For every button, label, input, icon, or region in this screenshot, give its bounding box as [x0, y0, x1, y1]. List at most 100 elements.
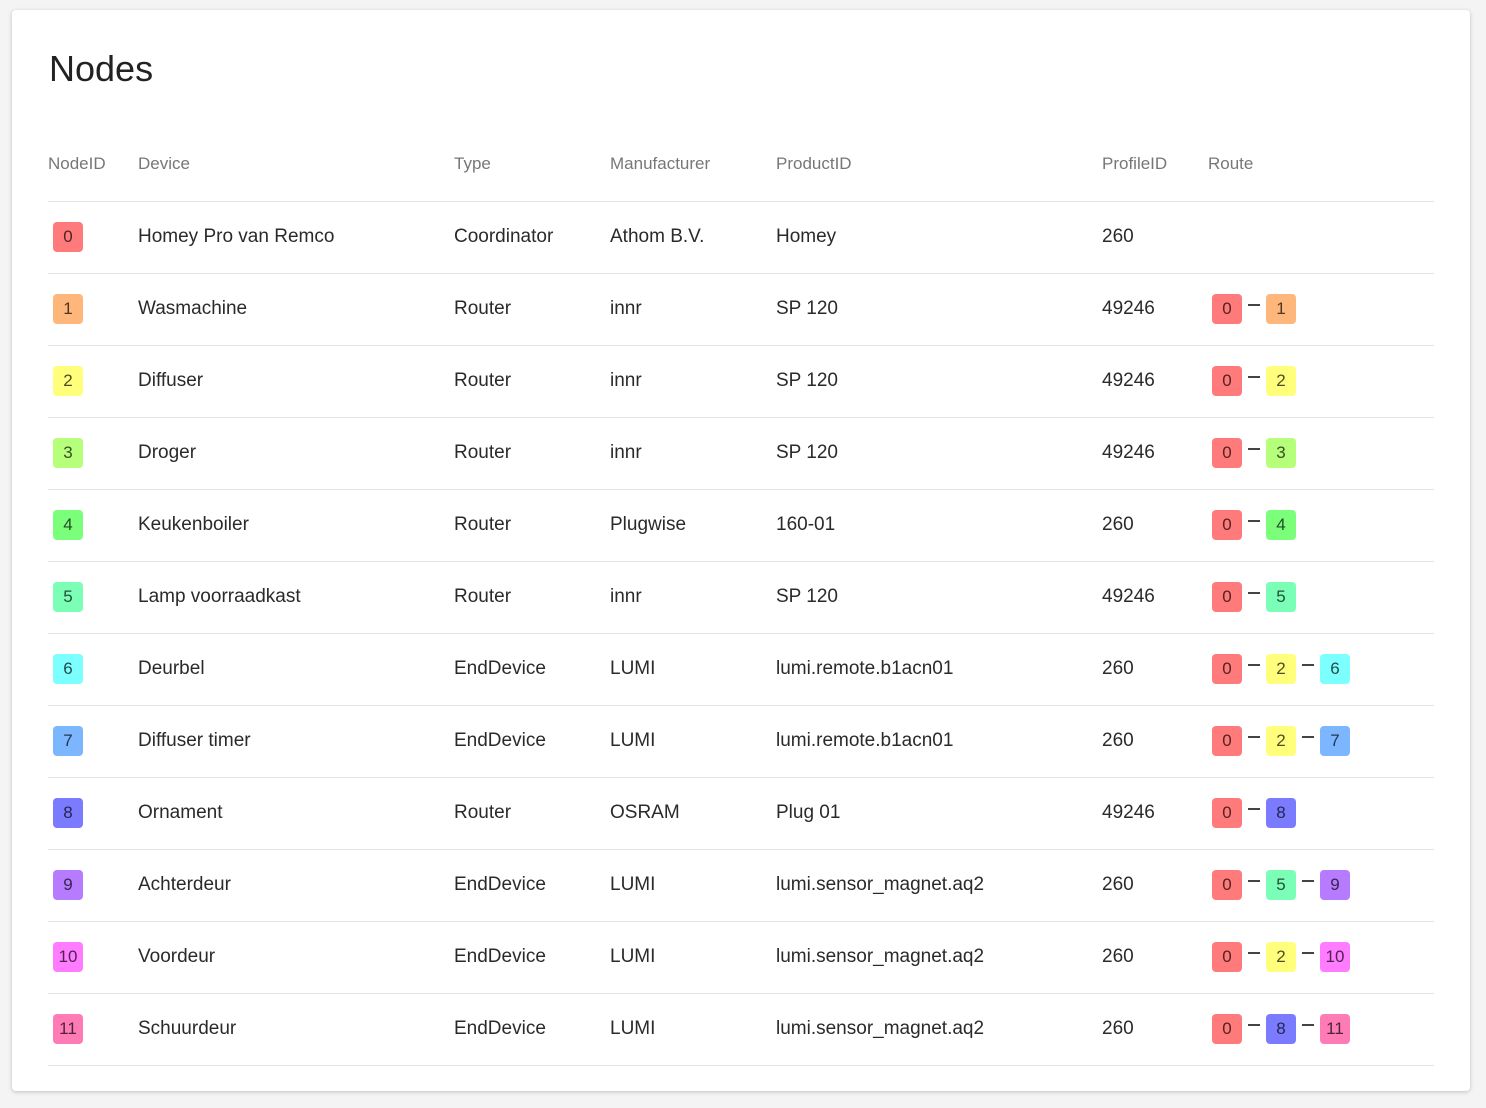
cell-route: 08 — [1208, 777, 1434, 850]
route-dash — [1248, 736, 1260, 738]
node-id-badge: 10 — [53, 942, 83, 972]
route-node-badge: 4 — [1266, 510, 1296, 540]
cell-type: EndDevice — [454, 705, 610, 778]
node-id-badge: 1 — [53, 294, 83, 324]
cell-profileid: 260 — [1102, 921, 1208, 994]
route-dash — [1248, 448, 1260, 450]
cell-nodeid: 4 — [48, 489, 138, 562]
header-type[interactable]: Type — [454, 128, 610, 202]
cell-manufacturer: OSRAM — [610, 777, 776, 850]
route-node-badge: 10 — [1320, 942, 1350, 972]
cell-nodeid: 1 — [48, 273, 138, 346]
header-profileid[interactable]: ProfileID — [1102, 128, 1208, 202]
node-id-badge: 3 — [53, 438, 83, 468]
cell-profileid: 49246 — [1102, 273, 1208, 346]
table-row[interactable]: 3 Droger Router innr SP 120 49246 0 3 — [48, 417, 1434, 490]
cell-productid: lumi.sensor_magnet.aq2 — [776, 921, 1102, 994]
route-dash — [1248, 592, 1260, 594]
route-dash — [1302, 1024, 1314, 1026]
nodes-table: NodeID Device Type Manufacturer ProductI… — [48, 128, 1434, 1066]
route-node-badge: 0 — [1212, 438, 1242, 468]
route-path: 0 8 11 — [1212, 1014, 1434, 1044]
route-path: 03 — [1212, 438, 1434, 468]
cell-device: Achterdeur — [138, 849, 454, 922]
route-node-badge: 0 — [1212, 1014, 1242, 1044]
route-node-badge: 8 — [1266, 1014, 1296, 1044]
table-row[interactable]: 4 Keukenboiler Router Plugwise 160-01 260 0 4 — [48, 489, 1434, 562]
route-dash — [1302, 736, 1314, 738]
node-id-badge: 2 — [53, 366, 83, 396]
cell-manufacturer: LUMI — [610, 705, 776, 778]
route-node-badge: 2 — [1266, 942, 1296, 972]
table-row[interactable]: 11 Schuurdeur EndDevice LUMI lumi.sensor_mag… — [48, 993, 1434, 1066]
cell-device: Ornament — [138, 777, 454, 850]
table-row[interactable]: 10 Voordeur EndDevice LUMI lumi.sensor_magne… — [48, 921, 1434, 994]
nodes-card: Nodes NodeID Device Type Manufacturer Pr… — [12, 10, 1470, 1091]
cell-type: EndDevice — [454, 921, 610, 994]
cell-productid: lumi.remote.b1acn01 — [776, 633, 1102, 706]
cell-profileid: 49246 — [1102, 345, 1208, 418]
node-id-badge: 4 — [53, 510, 83, 540]
route-dash — [1302, 880, 1314, 882]
header-device[interactable]: Device — [138, 128, 454, 202]
cell-manufacturer: LUMI — [610, 993, 776, 1066]
header-productid[interactable]: ProductID — [776, 128, 1102, 202]
cell-type: Coordinator — [454, 201, 610, 274]
table-row[interactable]: 7 Diffuser timer EndDevice LUMI lumi.remote.… — [48, 705, 1434, 778]
cell-manufacturer: LUMI — [610, 921, 776, 994]
cell-profileid: 260 — [1102, 993, 1208, 1066]
node-id-badge: 11 — [53, 1014, 83, 1044]
route-path: 08 — [1212, 798, 1434, 828]
table-row[interactable]: 9 Achterdeur EndDevice LUMI lumi.sensor_magn… — [48, 849, 1434, 922]
cell-route: 03 — [1208, 417, 1434, 490]
route-path: 059 — [1212, 870, 1434, 900]
cell-type: EndDevice — [454, 993, 610, 1066]
cell-nodeid: 5 — [48, 561, 138, 634]
cell-profileid: 260 — [1102, 489, 1208, 562]
cell-type: Router — [454, 273, 610, 346]
header-manufacturer[interactable]: Manufacturer — [610, 128, 776, 202]
route-dash — [1248, 880, 1260, 882]
cell-device: Voordeur — [138, 921, 454, 994]
table-row[interactable]: 6 Deurbel EndDevice LUMI lumi.remote.b1acn01… — [48, 633, 1434, 706]
node-id-badge: 8 — [53, 798, 83, 828]
route-node-badge: 11 — [1320, 1014, 1350, 1044]
cell-nodeid: 6 — [48, 633, 138, 706]
cell-manufacturer: LUMI — [610, 849, 776, 922]
node-id-badge: 5 — [53, 582, 83, 612]
route-node-badge: 9 — [1320, 870, 1350, 900]
header-route[interactable]: Route — [1208, 128, 1434, 202]
route-node-badge: 1 — [1266, 294, 1296, 324]
cell-profileid: 49246 — [1102, 777, 1208, 850]
table-row[interactable]: 0 Homey Pro van Remco Coordinator Athom B.V… — [48, 201, 1434, 274]
route-node-badge: 0 — [1212, 294, 1242, 324]
cell-profileid: 260 — [1102, 633, 1208, 706]
header-nodeid[interactable]: NodeID — [48, 128, 138, 202]
cell-profileid: 260 — [1102, 201, 1208, 274]
table-row[interactable]: 2 Diffuser Router innr SP 120 49246 0 2 — [48, 345, 1434, 418]
cell-manufacturer: innr — [610, 273, 776, 346]
route-node-badge: 5 — [1266, 582, 1296, 612]
table-row[interactable]: 5 Lamp voorraadkast Router innr SP 120 49246 0… — [48, 561, 1434, 634]
cell-type: EndDevice — [454, 849, 610, 922]
route-node-badge: 5 — [1266, 870, 1296, 900]
cell-type: Router — [454, 489, 610, 562]
cell-productid: SP 120 — [776, 345, 1102, 418]
cell-nodeid: 7 — [48, 705, 138, 778]
table-row[interactable]: 1 Wasmachine Router innr SP 120 49246 0 1 — [48, 273, 1434, 346]
cell-type: EndDevice — [454, 633, 610, 706]
cell-manufacturer: innr — [610, 561, 776, 634]
cell-device: Homey Pro van Remco — [138, 201, 454, 274]
cell-device: Diffuser timer — [138, 705, 454, 778]
cell-route: 0 8 11 — [1208, 993, 1434, 1066]
route-dash — [1248, 376, 1260, 378]
table-row[interactable]: 8 Ornament Router OSRAM Plug 01 49246 0 8 — [48, 777, 1434, 850]
cell-route: 027 — [1208, 705, 1434, 778]
route-path: 0 2 10 — [1212, 942, 1434, 972]
cell-route: 026 — [1208, 633, 1434, 706]
cell-route — [1208, 201, 1434, 274]
route-path: 02 — [1212, 366, 1434, 396]
cell-nodeid: 2 — [48, 345, 138, 418]
route-path: 027 — [1212, 726, 1434, 756]
route-node-badge: 8 — [1266, 798, 1296, 828]
